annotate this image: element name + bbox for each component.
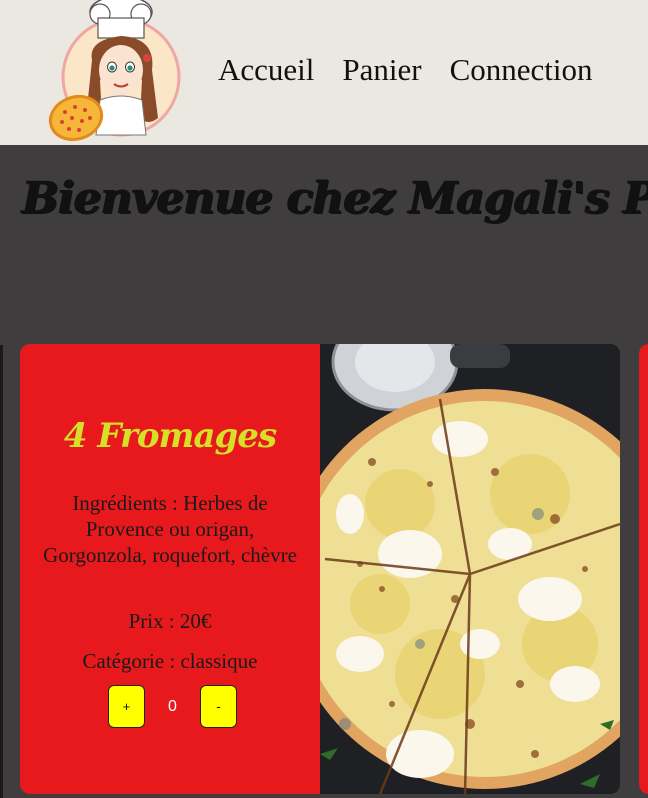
decrease-quantity-button[interactable]: - [200,685,237,728]
product-price: Prix : 20€ [128,609,212,633]
next-card-edge[interactable] [639,344,648,794]
welcome-banner: Bienvenue chez Magali's Pizza Picasso [0,145,648,345]
nav-link-connection[interactable]: Connection [450,52,593,88]
welcome-title: Bienvenue chez Magali's Pizza Picasso [22,173,648,224]
chef-logo-icon[interactable] [48,0,184,145]
previous-card-edge[interactable] [0,345,3,798]
increase-quantity-button[interactable]: + [108,685,145,728]
product-info-panel: 4 Fromages Ingrédients : Herbes de Prove… [20,344,320,794]
main-nav: Accueil Panier Connection [218,52,593,88]
product-category: Catégorie : classique [82,649,258,673]
nav-link-accueil[interactable]: Accueil [218,52,314,88]
nav-link-panier[interactable]: Panier [342,52,421,88]
product-card: 4 Fromages Ingrédients : Herbes de Prove… [20,344,620,794]
site-header: Accueil Panier Connection [0,0,648,145]
pizza-photo-icon [320,344,620,794]
quantity-stepper: + 0 - [108,685,237,728]
quantity-value: 0 [168,697,177,715]
product-name: 4 Fromages [63,416,277,456]
product-ingredients: Ingrédients : Herbes de Provence ou orig… [43,491,297,567]
